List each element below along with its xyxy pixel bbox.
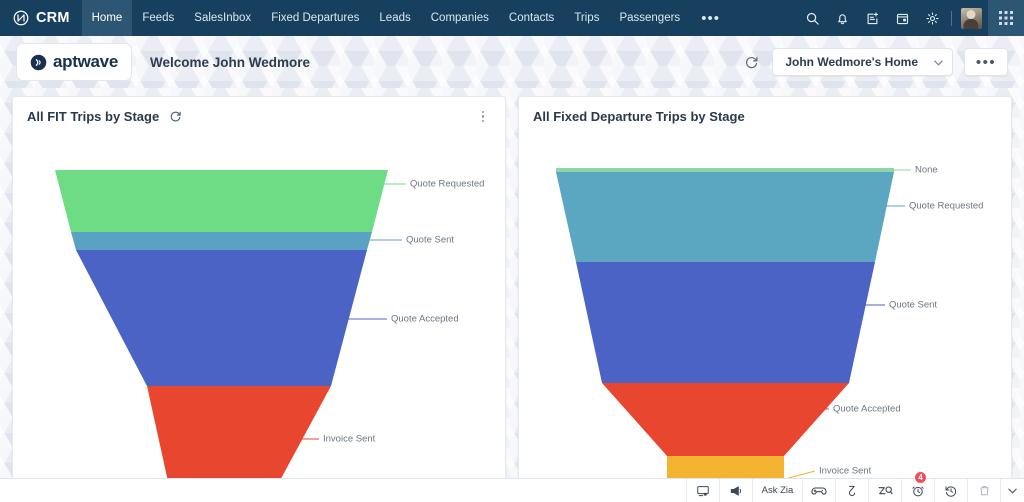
avatar-image	[960, 7, 982, 29]
dashboard-area: All FIT Trips by Stage Quote Requested Q…	[0, 88, 1024, 502]
alarm-clock-icon[interactable]: 4	[901, 471, 934, 502]
funnel-segment-invoice-sent	[147, 386, 331, 486]
card-all-fixed-departure-trips-by-stage: All Fixed Departure Trips by Stage None …	[518, 96, 1012, 502]
nav-divider	[951, 10, 952, 26]
brand-label: CRM	[36, 10, 70, 26]
funnel-chart-fixed-departure-trips: None Quote Requested Quote Sent Quote Ac…	[519, 128, 1011, 501]
nav-links: Home Feeds SalesInbox Fixed Departures L…	[81, 0, 731, 36]
card-options-icon[interactable]	[475, 110, 491, 123]
settings-gear-icon[interactable]	[917, 0, 947, 36]
dashboard-more-options-button[interactable]: •••	[964, 48, 1008, 76]
trash-icon[interactable]	[967, 479, 1000, 502]
welcome-greeting: Welcome John Wedmore	[150, 54, 311, 70]
funnel-label-quote-accepted: Quote Accepted	[391, 313, 459, 325]
nav-item-trips[interactable]: Trips	[564, 0, 609, 36]
chevron-down-icon	[934, 53, 943, 71]
bottom-toolbar-spacer	[0, 479, 686, 502]
nav-icon-group	[797, 0, 988, 36]
funnel-label-quote-sent: Quote Sent	[889, 299, 938, 311]
funnel-segment-none	[556, 168, 894, 172]
funnel-segment-quote-requested	[556, 172, 894, 262]
welcome-bar-actions: John Wedmore's Home •••	[741, 48, 1008, 76]
card-header: All FIT Trips by Stage	[13, 97, 505, 128]
refresh-icon[interactable]	[168, 109, 183, 124]
user-avatar[interactable]	[956, 0, 986, 36]
funnel-label-invoice-sent: Invoice Sent	[323, 433, 376, 445]
add-note-icon[interactable]	[857, 0, 887, 36]
bottom-toolbar: Ask Zia 4	[0, 471, 1024, 502]
nav-item-passengers[interactable]: Passengers	[609, 0, 690, 36]
zia-assistant-icon[interactable]	[868, 479, 901, 502]
funnel-segment-quote-accepted	[602, 383, 849, 456]
nav-item-home[interactable]: Home	[81, 0, 133, 36]
aptwave-wordmark: aptwave	[53, 52, 118, 71]
funnel-label-invoice-sent: Invoice Sent	[819, 465, 872, 477]
chevron-down-icon	[1008, 488, 1017, 493]
search-icon[interactable]	[797, 0, 827, 36]
card-all-fit-trips-by-stage: All FIT Trips by Stage Quote Requested Q…	[12, 96, 506, 502]
funnel-label-quote-requested: Quote Requested	[909, 200, 984, 212]
funnel-segment-quote-requested	[55, 170, 388, 232]
screen-share-icon[interactable]	[686, 479, 719, 502]
announcement-megaphone-icon[interactable]	[719, 479, 752, 502]
page-title: All FIT Trips by Stage	[27, 109, 160, 124]
refresh-icon[interactable]	[741, 52, 761, 72]
crm-brand[interactable]: CRM	[0, 0, 82, 36]
funnel-segment-quote-accepted	[76, 250, 367, 386]
ask-zia-button[interactable]: Ask Zia	[752, 479, 802, 502]
nav-item-leads[interactable]: Leads	[369, 0, 420, 36]
funnel-segment-quote-sent	[576, 262, 875, 383]
aptwave-wave-icon	[30, 54, 47, 71]
app-switcher-grid-icon[interactable]	[988, 0, 1024, 36]
zia-loop-icon[interactable]	[835, 479, 868, 502]
funnel-label-quote-sent: Quote Sent	[406, 234, 455, 246]
funnel-label-quote-requested: Quote Requested	[410, 178, 485, 190]
dashboard-selector[interactable]: John Wedmore's Home	[772, 48, 953, 76]
dashboard-selector-label: John Wedmore's Home	[785, 55, 918, 69]
funnel-chart-fit-trips: Quote Requested Quote Sent Quote Accepte…	[13, 128, 505, 501]
calendar-icon[interactable]	[887, 0, 917, 36]
nav-item-fixed-departures[interactable]: Fixed Departures	[261, 0, 369, 36]
welcome-bar: aptwave Welcome John Wedmore John Wedmor…	[0, 36, 1024, 88]
game-controller-icon[interactable]	[802, 479, 835, 502]
funnel-svg	[556, 168, 911, 500]
card-header: All Fixed Departure Trips by Stage	[519, 97, 1011, 128]
aptwave-logo: aptwave	[16, 43, 132, 81]
nav-item-salesinbox[interactable]: SalesInbox	[184, 0, 261, 36]
bottom-toolbar-collapse-button[interactable]	[1000, 479, 1024, 502]
nav-item-contacts[interactable]: Contacts	[499, 0, 564, 36]
page-title: All Fixed Departure Trips by Stage	[533, 109, 745, 124]
top-navigation-bar: CRM Home Feeds SalesInbox Fixed Departur…	[0, 0, 1024, 36]
nav-item-companies[interactable]: Companies	[421, 0, 499, 36]
funnel-segment-quote-sent	[71, 232, 372, 250]
history-clock-icon[interactable]	[934, 479, 967, 502]
nav-item-feeds[interactable]: Feeds	[132, 0, 184, 36]
funnel-label-quote-accepted: Quote Accepted	[833, 403, 901, 415]
nav-item-more[interactable]: •••	[690, 0, 731, 36]
zoho-crm-logo-icon	[12, 9, 30, 27]
funnel-label-none: None	[915, 164, 938, 176]
alarm-badge-count: 4	[914, 471, 927, 484]
notification-bell-icon[interactable]	[827, 0, 857, 36]
